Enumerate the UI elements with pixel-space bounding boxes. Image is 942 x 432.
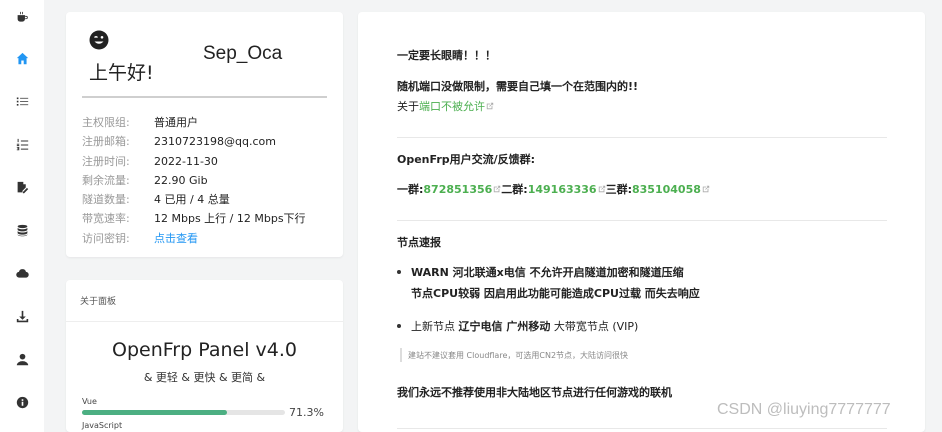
warn-title: 一定要长眼睛！！！ — [397, 49, 496, 62]
coffee-icon[interactable] — [12, 7, 32, 27]
quote-bar — [400, 348, 402, 362]
group-label: 一群: — [397, 183, 424, 196]
tech-label-javascript: JavaScript — [82, 421, 123, 430]
about-card-title: 关于面板 — [80, 297, 117, 307]
info-label: 访问密钥: — [82, 232, 130, 245]
info-row-access-key: 访问密钥: 点击查看 — [82, 232, 198, 246]
new-node-suffix: 大带宽节点 (VIP) — [550, 320, 639, 333]
speed-title: 节点速报 — [397, 236, 441, 249]
external-link-icon — [702, 185, 710, 193]
new-node-prefix: 上新节点 — [411, 320, 459, 333]
view-access-key-link[interactable]: 点击查看 — [154, 232, 198, 245]
vue-progress-fill — [82, 410, 227, 415]
user-divider — [82, 96, 327, 98]
info-value: 2310723198@qq.com — [154, 135, 276, 148]
info-label: 剩余流量: — [82, 174, 130, 187]
info-row-bandwidth: 带宽速率: 12 Mbps 上行 / 12 Mbps下行 — [82, 212, 306, 226]
info-label: 隧道数量: — [82, 193, 130, 206]
info-value: 22.90 Gib — [154, 174, 208, 187]
info-row-email: 注册邮箱: 2310723198@qq.com — [82, 135, 276, 149]
database-icon[interactable] — [12, 220, 32, 240]
port-link-line: 关于端口不被允许 — [397, 98, 494, 114]
group-list: 一群:872851356 二群:149163336 三群:835104058 — [397, 181, 710, 197]
sidebar — [0, 0, 44, 432]
info-label: 注册时间: — [82, 155, 130, 168]
tech-label-vue: Vue — [82, 397, 97, 406]
file-edit-icon[interactable] — [12, 177, 32, 197]
group-title: OpenFrp用户交流/反馈群: — [397, 153, 536, 166]
cloud-icon[interactable] — [12, 263, 32, 283]
final-notice: 我们永远不推荐使用非大陆地区节点进行任何游戏的联机 — [397, 386, 672, 399]
notice-divider — [397, 137, 887, 138]
port-not-allowed-link[interactable]: 端口不被允许 — [419, 100, 485, 113]
info-row-register-time: 注册时间: 2022-11-30 — [82, 155, 218, 169]
vue-progress-bar — [82, 410, 285, 415]
download-icon[interactable] — [12, 306, 32, 326]
list-icon[interactable] — [12, 91, 32, 111]
warn-line-2: 节点CPU较弱 因启用此功能可能造成CPU过载 而失去响应 — [411, 287, 700, 300]
info-label: 带宽速率: — [82, 212, 130, 225]
port-notice: 随机端口没做限制，需要自己填一个在范围内的!! — [397, 80, 639, 93]
home-icon[interactable] — [12, 48, 32, 68]
info-row-traffic: 剩余流量: 22.90 Gib — [82, 174, 208, 188]
external-link-icon — [598, 185, 605, 193]
info-label: 注册邮箱: — [82, 135, 130, 148]
external-link-icon — [486, 102, 494, 110]
warn-line-1-text: WARN 河北联通x电信 不允许开启隧道加密和隧道压缩 — [411, 266, 684, 279]
watermark: CSDN @liuying7777777 — [717, 401, 891, 418]
info-label: 主权限组: — [82, 116, 130, 129]
notice-divider — [397, 428, 887, 429]
group-label: 二群: — [501, 183, 528, 196]
info-icon[interactable] — [12, 392, 32, 412]
group-2-link[interactable]: 149163336 — [528, 183, 597, 196]
quote-text: 建站不建议套用 Cloudflare，可选用CN2节点，大陆访问很快 — [408, 351, 629, 360]
warn-line-1: WARN 河北联通x电信 不允许开启隧道加密和隧道压缩 — [411, 264, 684, 280]
info-value: 12 Mbps 上行 / 12 Mbps下行 — [154, 212, 306, 225]
bullet-dot — [397, 270, 401, 274]
username: Sep_Oca — [203, 43, 283, 64]
group-3-link[interactable]: 835104058 — [632, 183, 701, 196]
bullet-dot — [397, 324, 401, 328]
ordered-list-icon[interactable] — [12, 134, 32, 154]
vue-percent: 71.3% — [289, 406, 324, 419]
about-prefix: 关于 — [397, 100, 419, 113]
panel-name: OpenFrp Panel v4.0 — [112, 339, 297, 361]
notice-card — [358, 12, 925, 432]
wink-emoji-icon — [89, 30, 109, 50]
group-1-link[interactable]: 872851356 — [423, 183, 492, 196]
panel-slogan: & 更轻 & 更快 & 更简 & — [143, 371, 266, 384]
user-icon[interactable] — [12, 349, 32, 369]
new-node-bold: 辽宁电信 广州移动 — [458, 320, 551, 333]
info-value: 4 已用 / 4 总量 — [154, 193, 230, 206]
new-node-line: 上新节点 辽宁电信 广州移动 大带宽节点 (VIP) — [411, 318, 638, 334]
about-divider — [66, 321, 343, 322]
notice-divider — [397, 220, 887, 221]
info-value: 2022-11-30 — [154, 155, 218, 168]
info-row-group: 主权限组: 普通用户 — [82, 116, 198, 130]
info-row-tunnels: 隧道数量: 4 已用 / 4 总量 — [82, 193, 230, 207]
info-value: 普通用户 — [154, 116, 198, 129]
group-label: 三群: — [605, 183, 632, 196]
greeting: 上午好! — [89, 62, 154, 84]
